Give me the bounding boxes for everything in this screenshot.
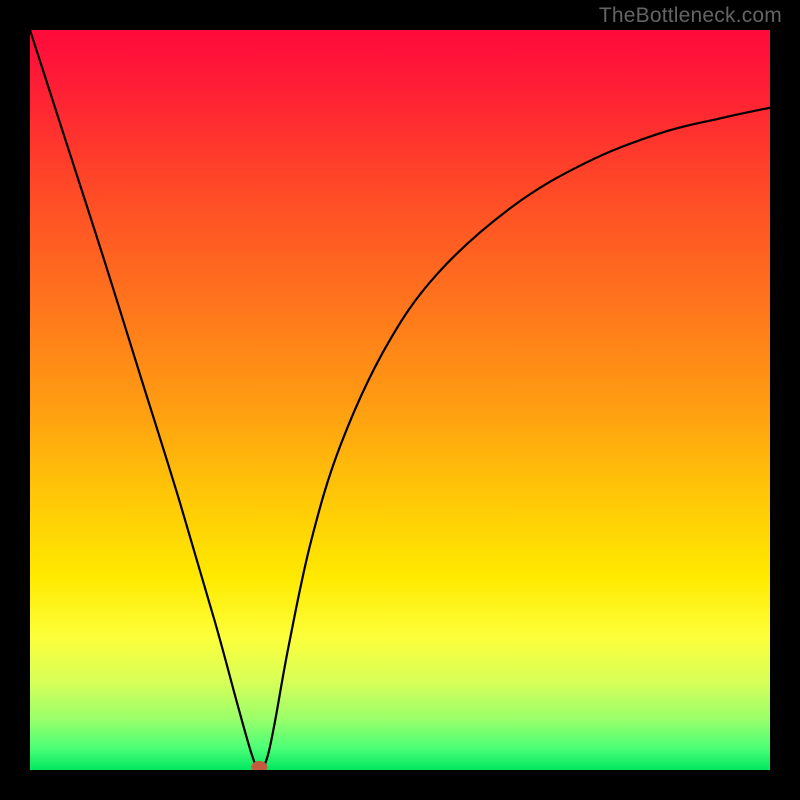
- plot-area: [30, 30, 770, 770]
- chart-svg: [30, 30, 770, 770]
- watermark-text: TheBottleneck.com: [599, 4, 782, 28]
- bottleneck-curve: [30, 30, 770, 770]
- chart-frame: TheBottleneck.com: [0, 0, 800, 800]
